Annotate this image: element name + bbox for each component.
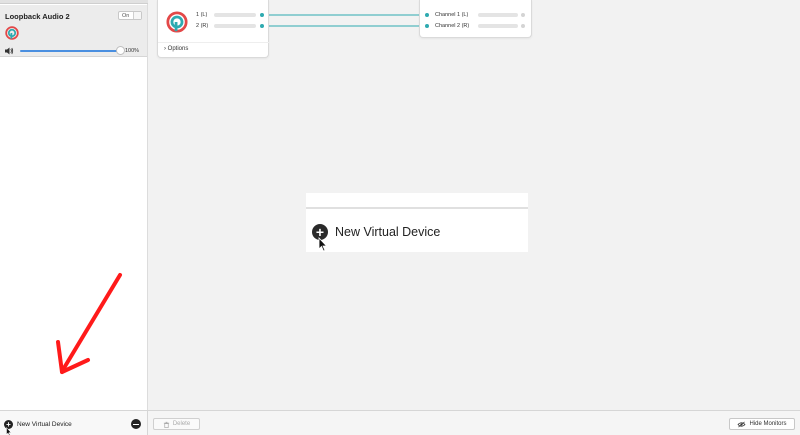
routing-canvas: 1 (L) 2 (R) › Options Channel 1 (L) Chan… (148, 0, 800, 410)
options-label: Options (167, 46, 189, 52)
new-virtual-device-button[interactable]: + New Virtual Device (312, 224, 440, 240)
volume-slider-knob[interactable] (116, 46, 125, 55)
options-divider (158, 42, 270, 43)
loopback-logo-icon (5, 26, 19, 40)
loopback-logo-icon (166, 11, 188, 33)
speaker-icon[interactable] (4, 46, 14, 56)
output-channel-1: Channel 1 (L) (435, 12, 469, 18)
source-channel-2: 2 (R) (196, 23, 209, 29)
mouse-cursor-icon (6, 427, 12, 435)
toggle-label: On (122, 13, 130, 19)
device-on-toggle[interactable]: On (118, 11, 142, 20)
output-device-box[interactable]: Channel 1 (L) Channel 2 (R) (419, 0, 532, 38)
output-channel-1-port[interactable] (425, 13, 429, 17)
trash-icon (163, 421, 169, 428)
source-channel-1-port[interactable] (260, 13, 264, 17)
toggle-knob (133, 12, 141, 19)
new-virtual-device-label: New Virtual Device (335, 225, 441, 239)
options-toggle[interactable]: › Options (164, 46, 188, 52)
remove-device-button[interactable] (131, 419, 141, 429)
new-virtual-device-popup: + New Virtual Device (306, 193, 528, 252)
sidebar-top-strip (0, 0, 148, 4)
device-name: Loopback Audio 2 (5, 12, 70, 21)
delete-button[interactable]: Delete (153, 418, 200, 430)
hide-monitors-label: Hide Monitors (749, 421, 787, 427)
popup-strip (306, 207, 528, 209)
output-channel-2: Channel 2 (R) (435, 23, 470, 29)
volume-slider-track[interactable] (20, 50, 120, 52)
mouse-cursor-icon (318, 237, 328, 252)
bottom-toolbar: + New Virtual Device Delete Hide Monitor… (0, 410, 800, 435)
new-virtual-device-small-button[interactable]: + New Virtual Device (4, 419, 72, 429)
volume-value: 100% (125, 48, 140, 54)
output-channel-1-indicator (521, 13, 525, 17)
output-channel-1-meter (478, 13, 518, 17)
delete-label: Delete (172, 421, 191, 427)
hide-monitors-button[interactable]: Hide Monitors (729, 418, 795, 430)
source-channel-1: 1 (L) (196, 12, 208, 18)
sidebar: Loopback Audio 2 On 100% (0, 0, 148, 410)
output-channel-2-meter (478, 24, 518, 28)
output-channel-2-port[interactable] (425, 24, 429, 28)
device-card-loopback-audio-2[interactable]: Loopback Audio 2 On 100% (0, 5, 147, 57)
source-channel-2-port[interactable] (260, 24, 264, 28)
source-device-box[interactable]: 1 (L) 2 (R) › Options (157, 0, 270, 58)
new-virtual-device-small-label: New Virtual Device (17, 420, 72, 428)
output-channel-2-indicator (521, 24, 525, 28)
source-channel-1-meter (214, 13, 256, 17)
sidebar-footer: + New Virtual Device (0, 411, 148, 435)
red-arrow-annotation (56, 273, 122, 374)
source-channel-2-meter (214, 24, 256, 28)
eye-slash-icon (737, 421, 746, 427)
